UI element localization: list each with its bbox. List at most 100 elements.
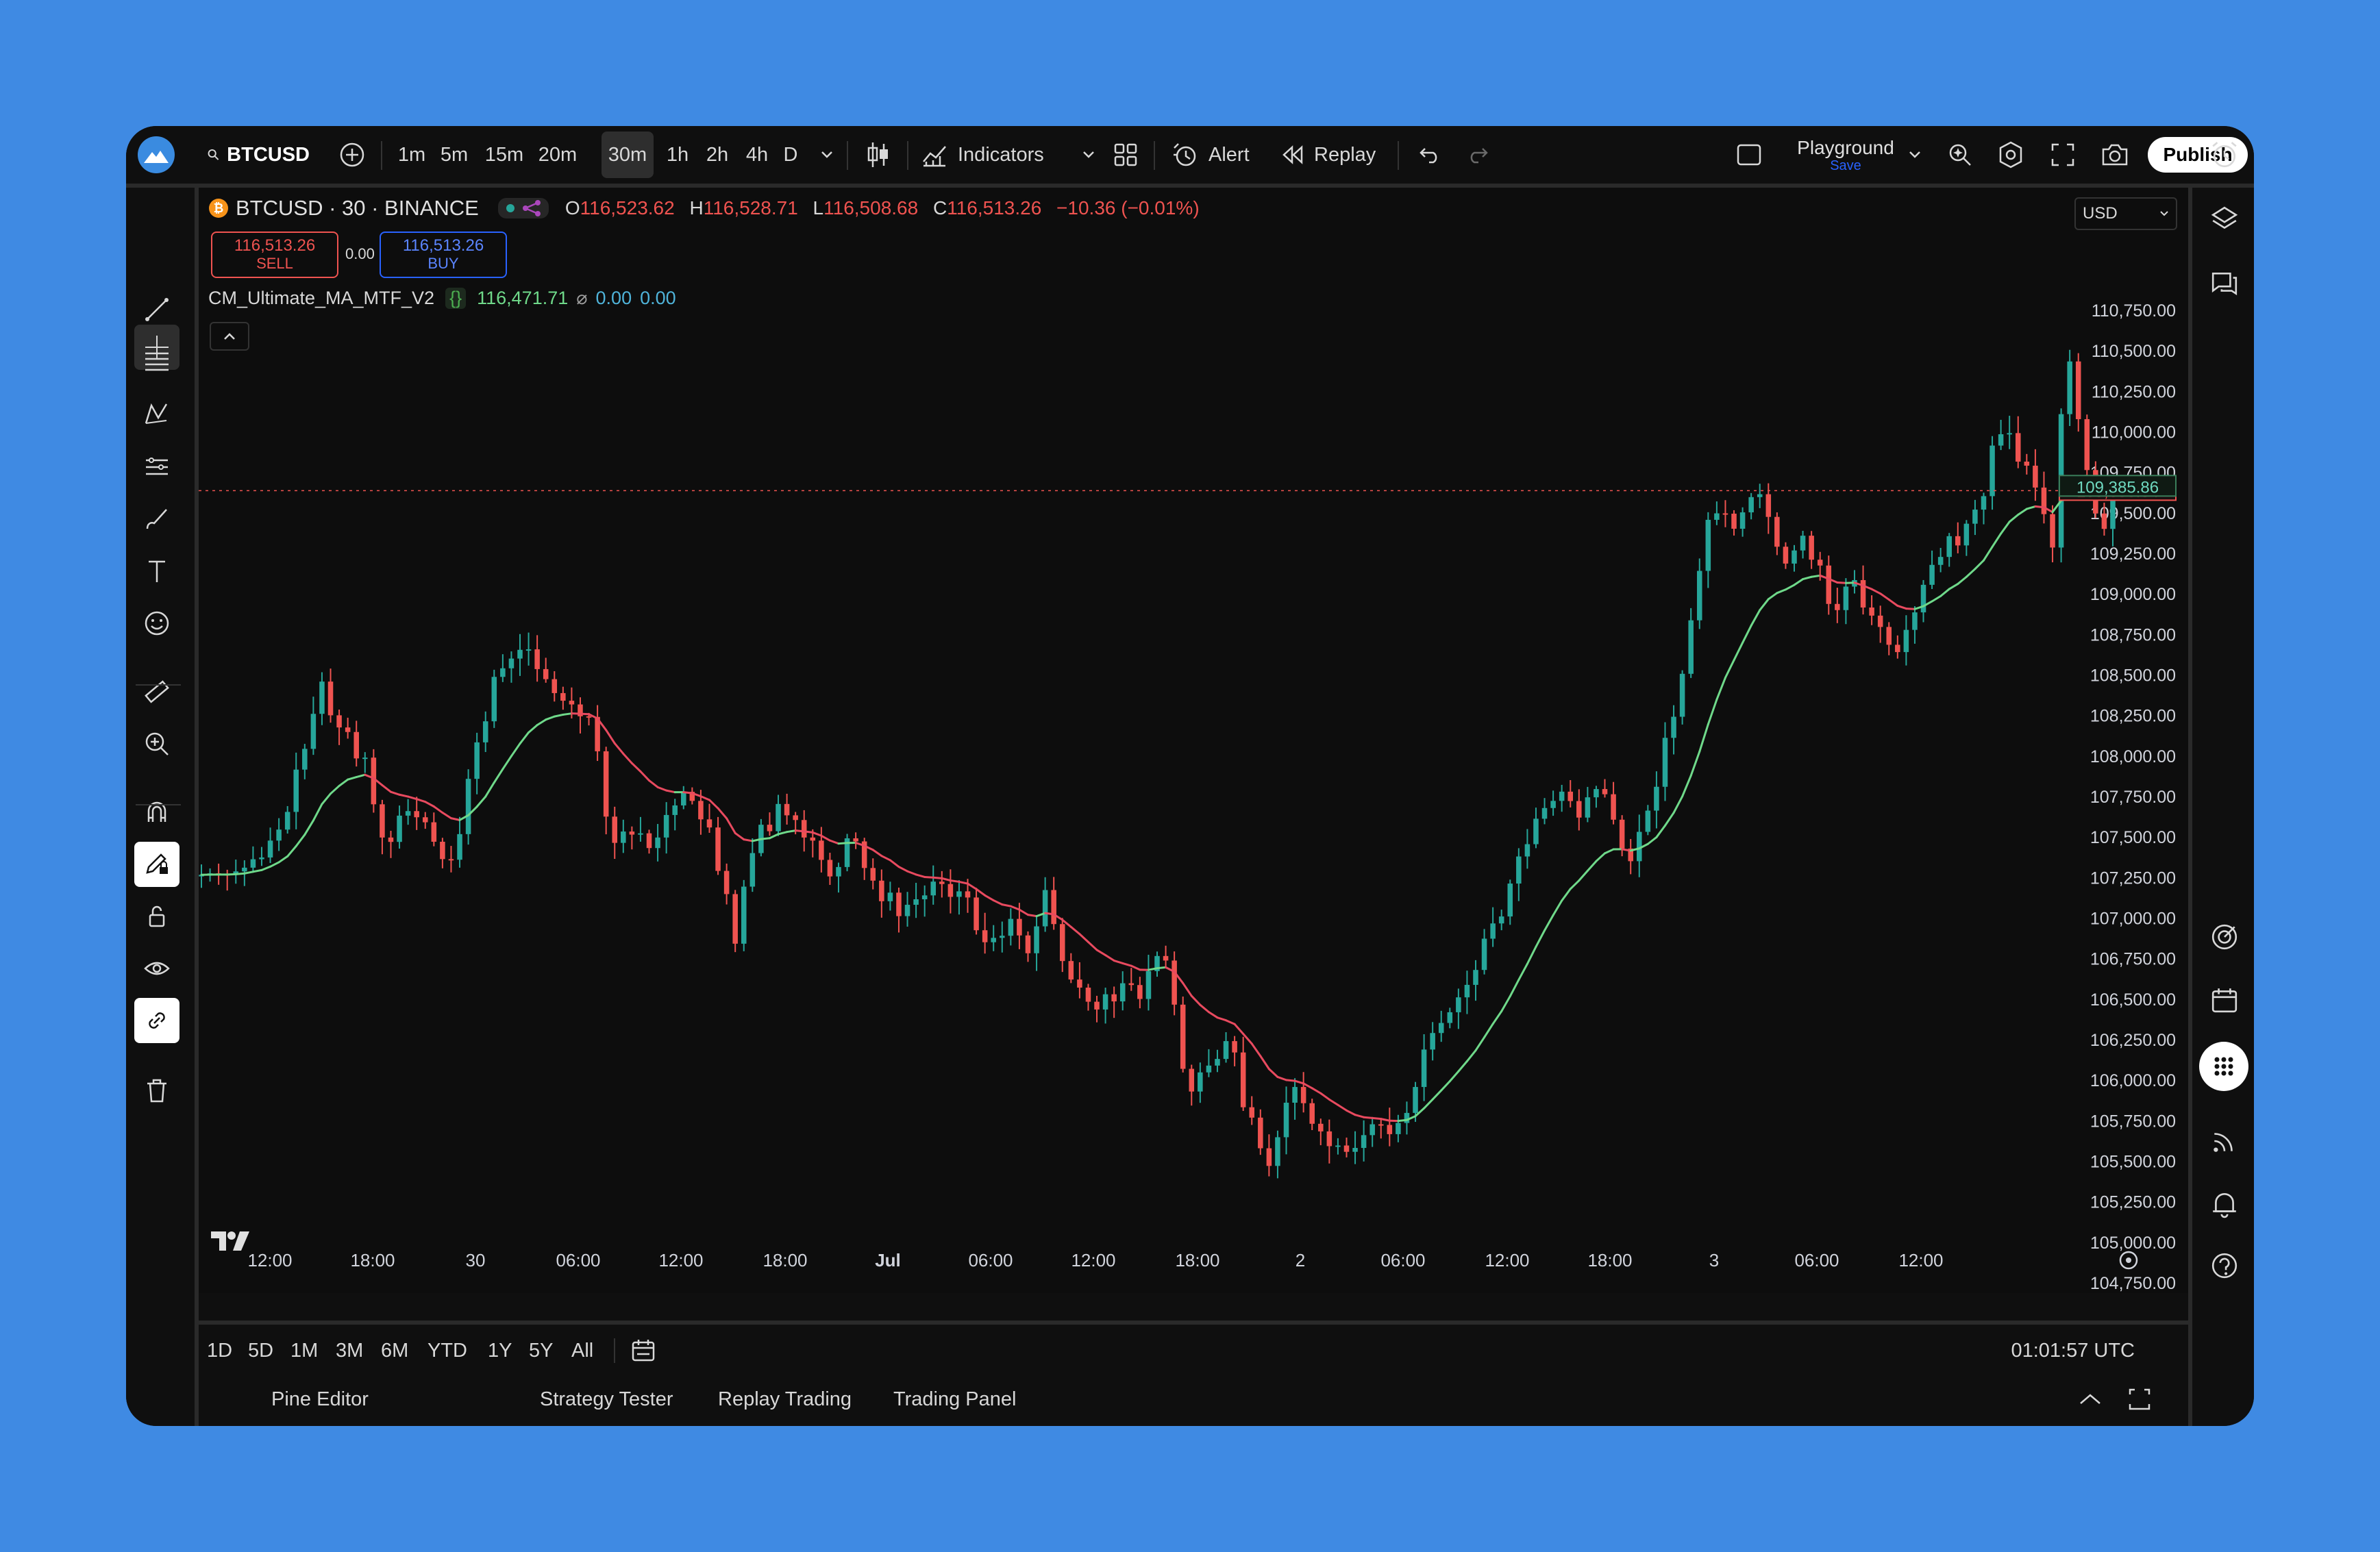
interval-dropdown-button[interactable] bbox=[815, 126, 839, 184]
range-3M[interactable]: 3M bbox=[336, 1325, 363, 1377]
range-5D[interactable]: 5D bbox=[248, 1325, 273, 1377]
layout-checkbox[interactable] bbox=[1732, 126, 1766, 184]
clock[interactable]: 01:01:57 UTC bbox=[1998, 1325, 2135, 1377]
interval-D[interactable]: D bbox=[778, 126, 803, 184]
ma-segment bbox=[717, 807, 728, 820]
lock-drawings[interactable] bbox=[134, 894, 179, 939]
range-5Y[interactable]: 5Y bbox=[529, 1325, 553, 1377]
interval-15m[interactable]: 15m bbox=[481, 126, 528, 184]
ma-price-tag[interactable]: 109,385.86 bbox=[2059, 475, 2177, 497]
candle bbox=[853, 832, 858, 849]
tab-pine-editor[interactable]: Pine Editor bbox=[271, 1373, 369, 1426]
layout-dropdown-button[interactable] bbox=[1905, 126, 1925, 184]
indicators-button[interactable]: Indicators bbox=[921, 126, 1058, 184]
pattern-tool[interactable] bbox=[134, 391, 179, 436]
calendar-button[interactable] bbox=[2203, 979, 2246, 1021]
alert-button[interactable]: Alert bbox=[1172, 126, 1261, 184]
forecast-tool[interactable] bbox=[134, 445, 179, 490]
sync-drawings[interactable] bbox=[134, 998, 179, 1043]
go-to-date-button[interactable] bbox=[630, 1325, 658, 1377]
range-1M[interactable]: 1M bbox=[290, 1325, 318, 1377]
range-All[interactable]: All bbox=[571, 1325, 593, 1377]
sell-button[interactable]: 116,513.26 SELL bbox=[211, 231, 338, 278]
status-badge[interactable] bbox=[497, 198, 549, 218]
alerts-button[interactable] bbox=[2203, 134, 2246, 176]
interval-4h[interactable]: 4h bbox=[740, 126, 774, 184]
remove-drawings[interactable] bbox=[134, 1068, 179, 1113]
range-1Y[interactable]: 1Y bbox=[488, 1325, 512, 1377]
tab-trading-panel[interactable]: Trading Panel bbox=[893, 1373, 1016, 1426]
chats-button[interactable] bbox=[2203, 262, 2246, 305]
magnet-tool[interactable] bbox=[134, 790, 179, 835]
candle bbox=[440, 838, 445, 868]
fib-tool[interactable] bbox=[134, 339, 179, 384]
ruler-tool[interactable] bbox=[134, 669, 179, 714]
symbol-title[interactable]: BTCUSD · 30 · BINANCE bbox=[236, 196, 479, 221]
compare-symbol-button[interactable] bbox=[337, 126, 367, 184]
chart-type-button[interactable] bbox=[858, 126, 899, 184]
stay-in-drawing-mode[interactable] bbox=[134, 842, 179, 887]
interval-20m[interactable]: 20m bbox=[533, 126, 582, 184]
collapse-legend-button[interactable] bbox=[210, 322, 249, 351]
chart-pane[interactable]: 110,750.00 110,500.00 110,250.00 110,000.00… bbox=[199, 188, 2188, 1293]
replay-button[interactable]: Replay bbox=[1281, 126, 1384, 184]
time-axis[interactable]: 06:00 12:00 18:00 30 06:00 12:00 18:00 Jul 06:00… bbox=[199, 1250, 1944, 1271]
notifications-button[interactable] bbox=[2203, 1183, 2246, 1225]
range-YTD[interactable]: YTD bbox=[427, 1325, 467, 1377]
candle bbox=[1343, 1137, 1350, 1157]
axis-settings-icon[interactable] bbox=[2119, 1251, 2138, 1270]
tab-replay-trading[interactable]: Replay Trading bbox=[718, 1373, 852, 1426]
hide-drawings[interactable] bbox=[134, 946, 179, 991]
object-tree-button[interactable] bbox=[2203, 198, 2246, 240]
tab-strategy-tester[interactable]: Strategy Tester bbox=[540, 1373, 673, 1426]
indicator-legend[interactable]: CM_Ultimate_MA_MTF_V2 {} 116,471.71 ⌀ 0.… bbox=[208, 288, 676, 309]
range-1D[interactable]: 1D bbox=[207, 1325, 232, 1377]
expand-panel-button[interactable] bbox=[2073, 1373, 2107, 1426]
candle-body bbox=[1920, 584, 1926, 613]
logo-icon[interactable] bbox=[136, 126, 177, 184]
emoji-tool[interactable] bbox=[134, 601, 179, 646]
news-button[interactable] bbox=[2203, 1120, 2246, 1162]
ma-segment bbox=[441, 812, 452, 820]
redo-button[interactable] bbox=[1461, 126, 1495, 184]
zoom-tool[interactable] bbox=[134, 721, 179, 766]
text-tool[interactable] bbox=[134, 549, 179, 594]
candle bbox=[551, 671, 558, 702]
ma-segment bbox=[1517, 962, 1528, 981]
buy-button[interactable]: 116,513.26 BUY bbox=[380, 231, 507, 278]
time-tick-label: 30 bbox=[466, 1250, 486, 1271]
interval-30m[interactable]: 30m bbox=[602, 132, 654, 178]
layout-name-button[interactable]: Playground Save bbox=[1777, 126, 1914, 184]
currency-select[interactable]: USD bbox=[2074, 197, 2177, 230]
interval-2h[interactable]: 2h bbox=[700, 126, 734, 184]
interval-1m[interactable]: 1m bbox=[395, 126, 429, 184]
symbol-legend: ₿ BTCUSD · 30 · BINANCE O116,523.62 H116… bbox=[208, 196, 1200, 221]
interval-5m[interactable]: 5m bbox=[434, 126, 474, 184]
candle bbox=[1042, 877, 1048, 932]
candle-body bbox=[1550, 801, 1556, 808]
indicators-dropdown-button[interactable] bbox=[1078, 126, 1099, 184]
interval-1h[interactable]: 1h bbox=[660, 126, 695, 184]
layout-grid-button[interactable] bbox=[1108, 126, 1143, 184]
price-chart[interactable]: 110,750.00 110,500.00 110,250.00 110,000.00… bbox=[199, 188, 2188, 1293]
maximize-panel-button[interactable] bbox=[2122, 1373, 2157, 1426]
candle bbox=[474, 732, 480, 794]
ma-segment bbox=[1431, 1089, 1443, 1101]
trend-line-tool[interactable] bbox=[134, 287, 179, 332]
range-6M[interactable]: 6M bbox=[381, 1325, 408, 1377]
ma-segment bbox=[1655, 824, 1666, 838]
products-button[interactable] bbox=[2199, 1042, 2248, 1091]
undo-button[interactable] bbox=[1413, 126, 1447, 184]
brush-tool[interactable] bbox=[134, 497, 179, 542]
ideas-button[interactable] bbox=[2203, 916, 2246, 958]
snapshot-button[interactable] bbox=[2098, 126, 2132, 184]
quick-search-button[interactable] bbox=[1943, 126, 1977, 184]
price-axis[interactable]: 110,750.00 110,500.00 110,250.00 110,000.00… bbox=[2090, 301, 2176, 1293]
indicator-source-icon[interactable]: {} bbox=[445, 288, 467, 309]
settings-button[interactable] bbox=[1994, 126, 2028, 184]
fullscreen-button[interactable] bbox=[2046, 126, 2080, 184]
symbol-search[interactable]: BTCUSD bbox=[207, 126, 310, 184]
help-button[interactable] bbox=[2203, 1244, 2246, 1287]
tradingview-logo-icon[interactable] bbox=[210, 1229, 253, 1253]
candle-body bbox=[1335, 1145, 1341, 1147]
